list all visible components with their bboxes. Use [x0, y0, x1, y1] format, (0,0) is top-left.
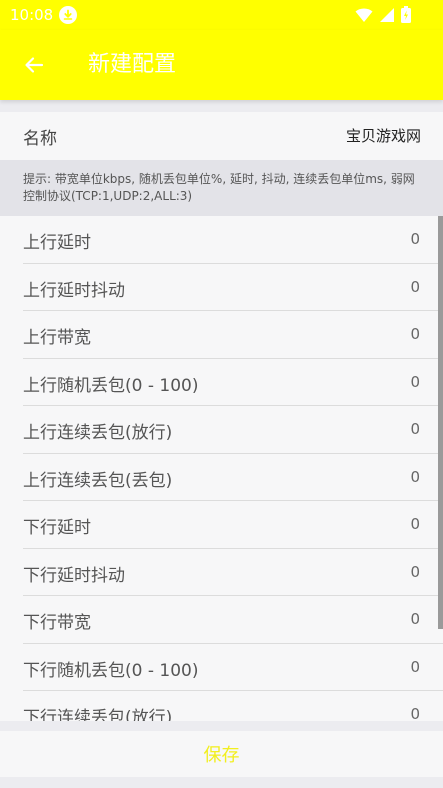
settings-list[interactable]: 上行延时 0 上行延时抖动 0 上行带宽 0 上行随机丢包(0 - 100) 0…	[0, 216, 443, 721]
arrow-left-icon[interactable]	[22, 53, 46, 77]
wifi-icon	[355, 8, 373, 22]
setting-value[interactable]: 0	[410, 230, 420, 248]
scrollbar[interactable]	[438, 216, 443, 629]
setting-value[interactable]: 0	[410, 658, 420, 676]
setting-label: 下行延时抖动	[23, 565, 125, 586]
save-button[interactable]: 保存	[0, 731, 443, 777]
setting-value[interactable]: 0	[410, 325, 420, 343]
setting-row[interactable]: 下行带宽 0	[0, 596, 443, 644]
setting-value[interactable]: 0	[410, 420, 420, 438]
hint-panel: 提示: 带宽单位kbps, 随机丢包单位%, 延时, 抖动, 连续丢包单位ms,…	[0, 160, 443, 216]
name-field[interactable]: 名称 宝贝游戏网	[0, 112, 443, 160]
setting-label: 上行连续丢包(放行)	[23, 423, 173, 443]
setting-row[interactable]: 下行随机丢包(0 - 100) 0	[0, 644, 443, 692]
setting-label: 下行随机丢包(0 - 100)	[23, 660, 199, 681]
setting-value[interactable]: 0	[410, 610, 420, 628]
setting-row[interactable]: 上行延时 0	[0, 216, 443, 264]
signal-icon	[380, 7, 394, 22]
setting-label: 下行带宽	[23, 613, 91, 633]
setting-row[interactable]: 下行延时抖动 0	[0, 549, 443, 597]
setting-label: 上行延时	[23, 233, 91, 253]
name-value[interactable]: 宝贝游戏网	[346, 125, 421, 146]
name-label: 名称	[23, 129, 57, 149]
setting-value[interactable]: 0	[410, 373, 420, 391]
setting-value[interactable]: 0	[410, 468, 420, 486]
page-title: 新建配置	[88, 52, 177, 77]
setting-value[interactable]: 0	[410, 563, 420, 581]
setting-row[interactable]: 下行延时 0	[0, 501, 443, 549]
setting-label: 上行延时抖动	[23, 280, 125, 301]
status-bar: 10:08	[0, 0, 443, 30]
status-time: 10:08	[10, 6, 54, 24]
setting-label: 下行连续丢包(放行)	[23, 708, 173, 721]
setting-value[interactable]: 0	[410, 278, 420, 296]
hint-text: 提示: 带宽单位kbps, 随机丢包单位%, 延时, 抖动, 连续丢包单位ms,…	[23, 172, 415, 203]
setting-row[interactable]: 下行连续丢包(放行) 0	[0, 691, 443, 721]
setting-row[interactable]: 上行随机丢包(0 - 100) 0	[0, 359, 443, 407]
setting-row[interactable]: 上行连续丢包(丢包) 0	[0, 454, 443, 502]
setting-value[interactable]: 0	[410, 515, 420, 533]
setting-label: 上行随机丢包(0 - 100)	[23, 375, 199, 396]
setting-value[interactable]: 0	[410, 705, 420, 721]
setting-label: 下行延时	[23, 518, 91, 538]
battery-icon	[401, 6, 411, 23]
bottom-bar: 保存	[0, 721, 443, 788]
setting-row[interactable]: 上行连续丢包(放行) 0	[0, 406, 443, 454]
setting-label: 上行连续丢包(丢包)	[23, 470, 173, 491]
download-icon	[59, 6, 78, 24]
setting-row[interactable]: 上行带宽 0	[0, 311, 443, 359]
setting-label: 上行带宽	[23, 328, 91, 348]
app-bar: 新建配置	[0, 30, 443, 100]
setting-row[interactable]: 上行延时抖动 0	[0, 264, 443, 312]
